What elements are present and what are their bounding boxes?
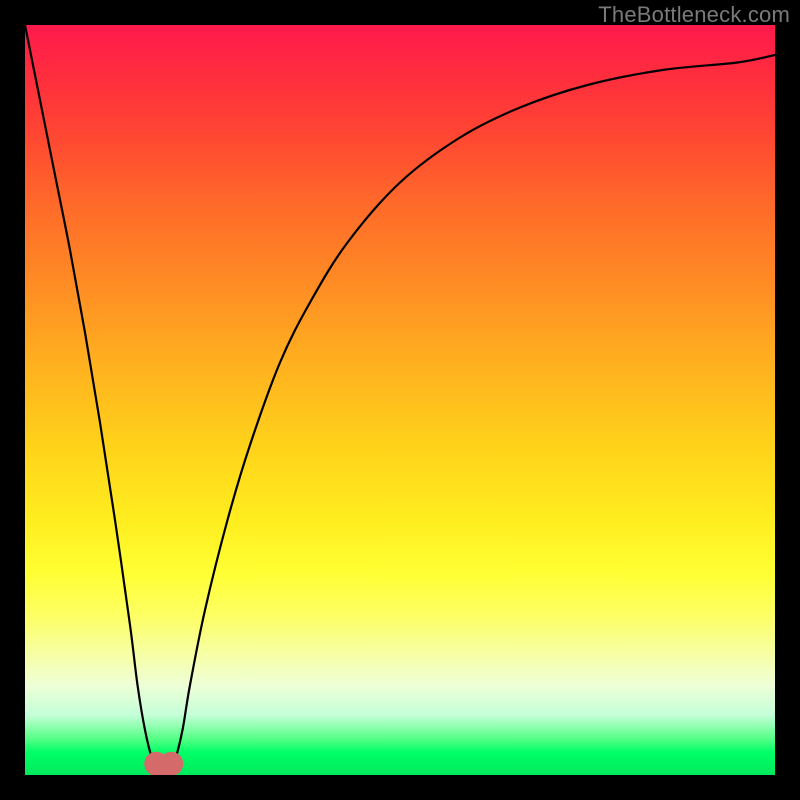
plot-area	[25, 25, 775, 775]
valley-marker-left	[144, 752, 168, 775]
valley-marker-right	[159, 752, 183, 775]
bottleneck-curve	[25, 25, 775, 775]
curve-svg	[25, 25, 775, 775]
chart-frame: TheBottleneck.com	[0, 0, 800, 800]
valley-connector	[156, 757, 171, 775]
valley-markers	[144, 752, 183, 775]
